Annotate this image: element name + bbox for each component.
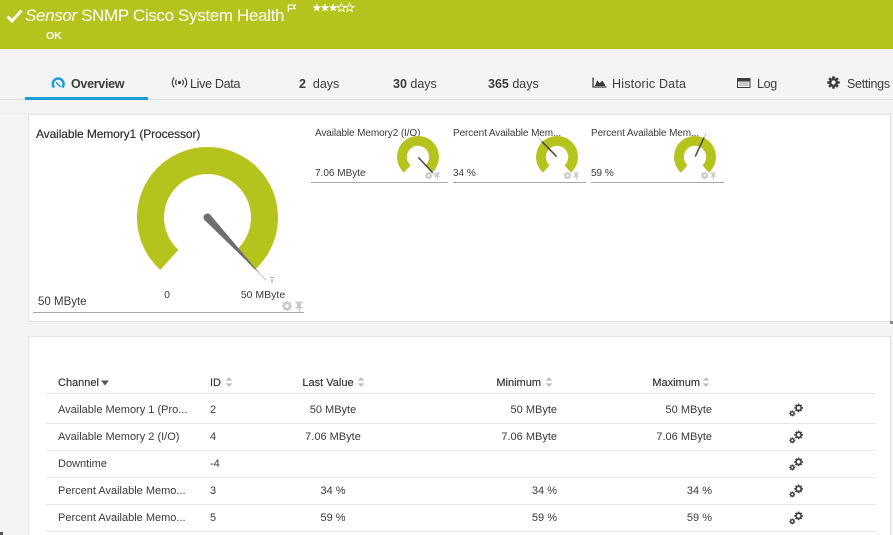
svg-text:x: x bbox=[270, 278, 274, 285]
